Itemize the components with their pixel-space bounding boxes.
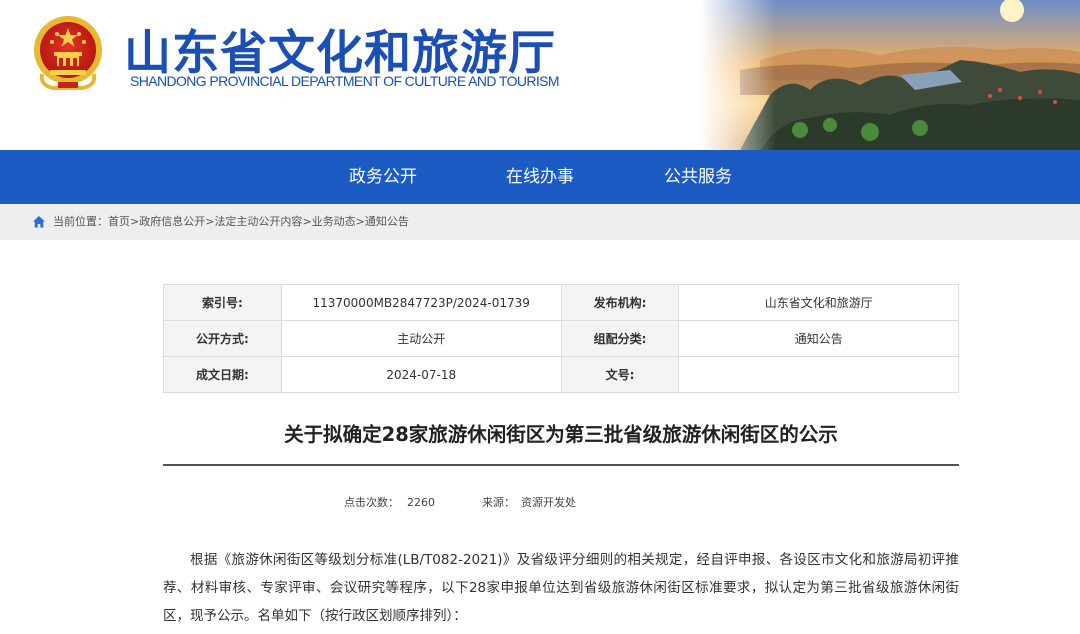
table-row: 索引号: 11370000MB2847723P/2024-01739 发布机构:… [163, 284, 959, 321]
source-label: 来源： [482, 496, 515, 509]
article-body-paragraph: 根据《旅游休闲街区等级划分标准(LB/T082-2021)》及省级评分细则的相关… [163, 552, 959, 624]
breadcrumb-separator: > [130, 215, 140, 228]
document-meta-table: 索引号: 11370000MB2847723P/2024-01739 发布机构:… [163, 284, 959, 393]
breadcrumb-business-news-link[interactable]: 业务动态 [312, 215, 356, 228]
breadcrumb-separator: > [302, 215, 312, 228]
nav-item-public-services[interactable]: 公共服务 [664, 150, 732, 204]
source-value: 资源开发处 [521, 496, 576, 509]
breadcrumb-separator: > [355, 215, 365, 228]
view-count: 点击次数： 2260 [344, 494, 435, 510]
view-count-value: 2260 [407, 496, 435, 509]
national-emblem-icon [34, 16, 102, 90]
main-nav: 政务公开 在线办事 公共服务 [0, 150, 1080, 204]
disclosure-value: 主动公开 [280, 320, 562, 357]
docno-value [678, 356, 959, 393]
breadcrumb: 当前位置：首页>政府信息公开>法定主动公开内容>业务动态>通知公告 [0, 204, 1080, 240]
site-subtitle: SHANDONG PROVINCIAL DEPARTMENT OF CULTUR… [130, 73, 560, 89]
breadcrumb-trail: 当前位置：首页>政府信息公开>法定主动公开内容>业务动态>通知公告 [53, 204, 409, 240]
publisher-label: 发布机构: [560, 284, 680, 321]
view-count-label: 点击次数： [344, 496, 399, 509]
scenery-banner-image [700, 0, 1080, 150]
table-row: 公开方式: 主动公开 组配分类: 通知公告 [163, 320, 959, 357]
breadcrumb-gov-info-link[interactable]: 政府信息公开 [139, 215, 205, 228]
disclosure-label: 公开方式: [163, 320, 282, 357]
category-label: 组配分类: [560, 320, 680, 357]
breadcrumb-home-link[interactable]: 首页 [108, 215, 130, 228]
category-value: 通知公告 [678, 320, 959, 357]
date-label: 成文日期: [163, 356, 282, 393]
nav-item-online-services[interactable]: 在线办事 [506, 150, 574, 204]
home-icon [33, 216, 45, 228]
breadcrumb-notices-link[interactable]: 通知公告 [365, 215, 409, 228]
index-value: 11370000MB2847723P/2024-01739 [280, 284, 562, 321]
article-title: 关于拟确定28家旅游休闲街区为第三批省级旅游休闲街区的公示 [284, 423, 838, 446]
breadcrumb-prefix: 当前位置： [53, 215, 108, 228]
title-divider [163, 464, 959, 466]
docno-label: 文号: [560, 356, 680, 393]
breadcrumb-mandatory-disclosure-link[interactable]: 法定主动公开内容 [214, 215, 302, 228]
site-header: 山东省文化和旅游厅 SHANDONG PROVINCIAL DEPARTMENT… [0, 0, 1080, 150]
publisher-value: 山东省文化和旅游厅 [678, 284, 959, 321]
nav-item-government-affairs[interactable]: 政务公开 [349, 150, 417, 204]
index-label: 索引号: [163, 284, 282, 321]
table-row: 成文日期: 2024-07-18 文号: [163, 356, 959, 393]
date-value: 2024-07-18 [280, 356, 562, 393]
source-info: 来源： 资源开发处 [482, 494, 576, 510]
